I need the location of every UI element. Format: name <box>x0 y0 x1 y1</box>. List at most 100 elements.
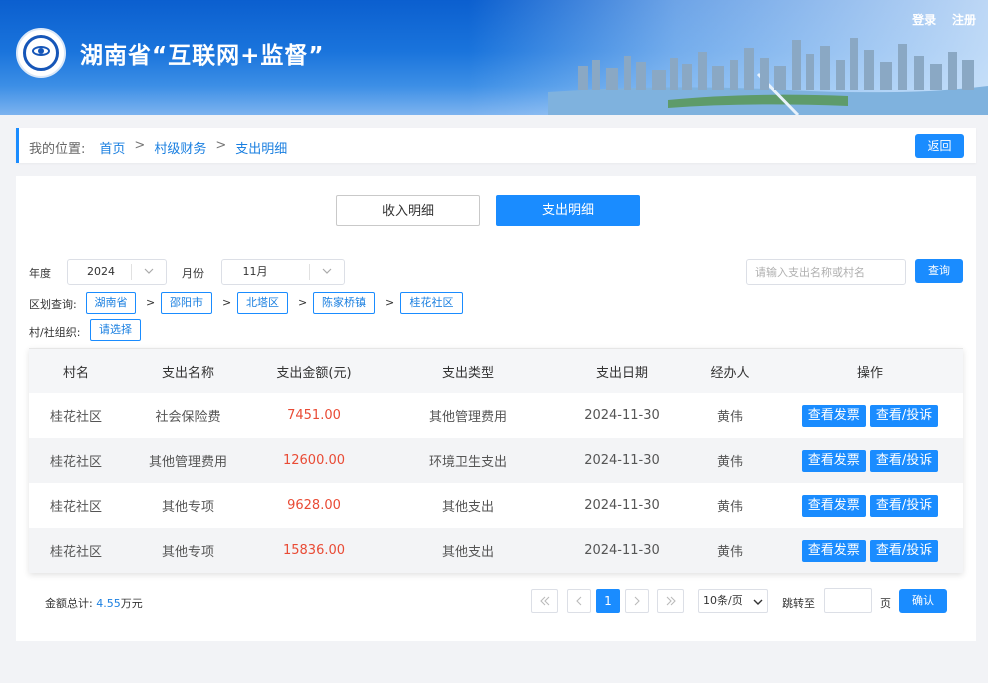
amount-total: 金额总计: 4.55万元 <box>45 595 143 611</box>
next-page-button[interactable] <box>625 589 649 613</box>
region-district[interactable]: 北塔区 <box>237 292 288 314</box>
chevron-down-icon <box>753 599 763 605</box>
cell-village: 桂花社区 <box>49 545 102 560</box>
cell-date: 2024-11-30 <box>584 543 660 558</box>
month-label: 月份 <box>182 267 204 280</box>
cell-actions: 查看发票 查看/投诉 <box>777 483 963 528</box>
table-row: 桂花社区 社会保险费 7451.00 其他管理费用 2024-11-30 黄伟 … <box>29 393 963 438</box>
breadcrumb-bar: 我的位置: 首页 > 村级财务 > 支出明细 返回 <box>16 128 976 163</box>
col-header-handler: 经办人 <box>710 365 750 381</box>
region-separator: > <box>222 296 232 309</box>
region-town[interactable]: 陈家桥镇 <box>313 292 375 314</box>
region-separator: > <box>146 296 156 309</box>
cell-name: 其他专项 <box>161 545 214 560</box>
cell-type: 其他支出 <box>441 545 494 560</box>
prev-page-button[interactable] <box>567 589 591 613</box>
view-complain-button[interactable]: 查看/投诉 <box>869 449 939 472</box>
region-community[interactable]: 桂花社区 <box>400 292 463 314</box>
cell-type: 其他管理费用 <box>428 410 507 425</box>
page-size-select[interactable]: 10条/页 <box>698 589 768 613</box>
register-link[interactable]: 注册 <box>952 13 976 27</box>
month-select[interactable]: 11月 <box>221 259 345 285</box>
breadcrumb-expense-detail[interactable]: 支出明细 <box>235 138 287 157</box>
table-header-row: 村名 支出名称 支出金额(元) 支出类型 支出日期 经办人 操作 <box>29 349 963 393</box>
cell-name: 其他专项 <box>161 500 214 515</box>
cell-handler: 黄伟 <box>716 500 743 515</box>
expense-table: 村名 支出名称 支出金额(元) 支出类型 支出日期 经办人 操作 桂花社区 社会… <box>29 348 963 573</box>
breadcrumb-separator: > <box>134 138 146 153</box>
breadcrumb-home[interactable]: 首页 <box>99 138 125 157</box>
chevron-down-icon <box>144 268 154 274</box>
double-chevron-left-icon <box>539 596 549 606</box>
org-select[interactable]: 请选择 <box>90 319 141 341</box>
cell-village: 桂花社区 <box>49 410 102 425</box>
site-logo <box>16 28 66 78</box>
year-select[interactable]: 2024 <box>67 259 167 285</box>
top-links: 登录 注册 <box>900 11 976 28</box>
breadcrumb-separator: > <box>215 138 227 153</box>
back-button[interactable]: 返回 <box>915 134 964 158</box>
org-label: 村/社组织: <box>29 326 81 339</box>
col-header-date: 支出日期 <box>595 365 648 381</box>
view-complain-button[interactable]: 查看/投诉 <box>869 404 939 427</box>
logo-pupil <box>38 48 44 54</box>
view-invoice-button[interactable]: 查看发票 <box>801 539 866 562</box>
col-header-actions: 操作 <box>856 365 883 381</box>
view-complain-button[interactable]: 查看/投诉 <box>869 539 939 562</box>
chevron-right-icon <box>634 596 640 606</box>
cell-handler: 黄伟 <box>716 410 743 425</box>
total-unit: 万元 <box>120 597 143 610</box>
cell-amount: 12600.00 <box>282 453 346 468</box>
col-header-type: 支出类型 <box>441 365 494 381</box>
table-row: 桂花社区 其他管理费用 12600.00 环境卫生支出 2024-11-30 黄… <box>29 438 963 483</box>
breadcrumb: 我的位置: 首页 > 村级财务 > 支出明细 <box>29 138 287 157</box>
cell-amount: 7451.00 <box>287 408 341 423</box>
cell-handler: 黄伟 <box>716 455 743 470</box>
cell-type: 环境卫生支出 <box>428 455 507 470</box>
chevron-down-icon <box>322 268 332 274</box>
view-invoice-button[interactable]: 查看发票 <box>801 449 866 472</box>
cell-amount: 9628.00 <box>287 498 341 513</box>
year-select-value: 2024 <box>87 265 115 278</box>
cell-actions: 查看发票 查看/投诉 <box>777 528 963 573</box>
double-chevron-right-icon <box>666 596 676 606</box>
cell-handler: 黄伟 <box>716 545 743 560</box>
region-province[interactable]: 湖南省 <box>86 292 136 314</box>
cell-amount: 15836.00 <box>282 543 346 558</box>
chevron-left-icon <box>576 596 582 606</box>
region-separator: > <box>298 296 308 309</box>
view-invoice-button[interactable]: 查看发票 <box>801 494 866 517</box>
region-label: 区划查询: <box>29 298 77 311</box>
main-panel: 收入明细 支出明细 年度 2024 月份 11月 查询 区划查询: 湖南省 > … <box>16 176 976 641</box>
tab-expense-detail[interactable]: 支出明细 <box>496 195 640 226</box>
cell-name: 社会保险费 <box>155 410 221 425</box>
region-city[interactable]: 邵阳市 <box>161 292 212 314</box>
cell-date: 2024-11-30 <box>584 408 660 423</box>
jump-confirm-button[interactable]: 确认 <box>899 589 947 613</box>
cell-type: 其他支出 <box>441 500 494 515</box>
last-page-button[interactable] <box>657 589 684 613</box>
jump-to-label: 跳转至 <box>782 597 815 610</box>
cell-name: 其他管理费用 <box>148 455 227 470</box>
cell-village: 桂花社区 <box>49 500 102 515</box>
view-complain-button[interactable]: 查看/投诉 <box>869 494 939 517</box>
breadcrumb-village-finance[interactable]: 村级财务 <box>154 138 206 157</box>
page-size-value: 10条/页 <box>703 594 743 607</box>
jump-page-input[interactable] <box>824 588 872 613</box>
breadcrumb-location-label: 我的位置: <box>29 142 86 157</box>
page-number-current[interactable]: 1 <box>596 589 620 613</box>
query-button[interactable]: 查询 <box>915 259 963 283</box>
first-page-button[interactable] <box>531 589 558 613</box>
cell-date: 2024-11-30 <box>584 498 660 513</box>
login-link[interactable]: 登录 <box>912 13 936 27</box>
tab-income-detail[interactable]: 收入明细 <box>336 195 480 226</box>
total-value: 4.55 <box>96 597 121 610</box>
view-invoice-button[interactable]: 查看发票 <box>801 404 866 427</box>
table-row: 桂花社区 其他专项 15836.00 其他支出 2024-11-30 黄伟 查看… <box>29 528 963 573</box>
col-header-name: 支出名称 <box>161 365 214 381</box>
cell-actions: 查看发票 查看/投诉 <box>777 393 963 438</box>
cell-date: 2024-11-30 <box>584 453 660 468</box>
search-input[interactable] <box>746 259 906 285</box>
cell-village: 桂花社区 <box>49 455 102 470</box>
select-divider <box>309 264 310 280</box>
